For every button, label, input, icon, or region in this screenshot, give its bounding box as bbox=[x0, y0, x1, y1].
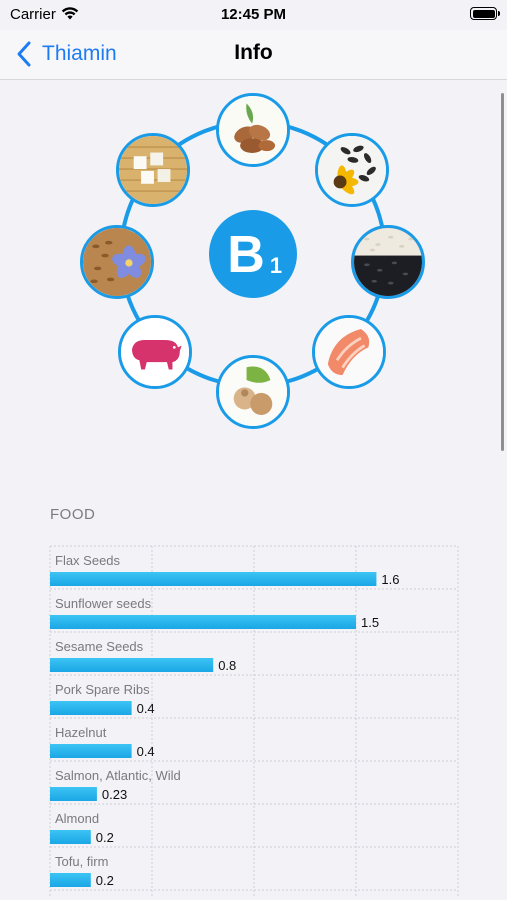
bar-value-label: 0.2 bbox=[96, 873, 114, 888]
bar[interactable] bbox=[50, 830, 91, 844]
status-time: 12:45 PM bbox=[220, 6, 287, 23]
bar[interactable] bbox=[50, 744, 132, 758]
bar-value-label: 1.5 bbox=[361, 615, 379, 630]
navigation-bar: Thiamin Info bbox=[0, 30, 507, 80]
bar[interactable] bbox=[50, 615, 356, 629]
battery-icon bbox=[470, 7, 500, 20]
bar-value-label: 1.6 bbox=[381, 572, 399, 587]
info-content[interactable]: B 1 FOOD Flax Seeds 1.6 Sunflower seeds … bbox=[0, 81, 507, 900]
bar-value-label: 0.2 bbox=[96, 830, 114, 845]
food-bar-chart: Flax Seeds 1.6 Sunflower seeds 1.5 Sesame Se… bbox=[47, 545, 467, 900]
bar-category-label: Flax Seeds bbox=[55, 553, 121, 568]
bar[interactable] bbox=[50, 658, 214, 672]
bar[interactable] bbox=[50, 701, 132, 715]
bar-category-label: Sunflower seeds bbox=[55, 596, 152, 611]
bar-category-label: Salmon, Atlantic, Wild bbox=[55, 768, 181, 783]
bar-value-label: 0.23 bbox=[102, 787, 127, 802]
bar[interactable] bbox=[50, 787, 97, 801]
bar-value-label: 0.4 bbox=[137, 701, 155, 716]
bar-category-label: Sesame Seeds bbox=[55, 639, 144, 654]
bar-category-label: Pork Spare Ribs bbox=[55, 682, 150, 697]
page-title: Info bbox=[234, 41, 273, 64]
bar-value-label: 0.8 bbox=[218, 658, 236, 673]
status-bar: Carrier 12:45 PM bbox=[0, 0, 507, 30]
bar[interactable] bbox=[50, 873, 91, 887]
bar-category-label: Tofu, firm bbox=[55, 854, 108, 869]
bar-value-label: 0.4 bbox=[137, 744, 155, 759]
bar[interactable] bbox=[50, 572, 377, 586]
bar-category-label: Almond bbox=[55, 811, 99, 826]
bar-category-label: Hazelnut bbox=[55, 725, 107, 740]
